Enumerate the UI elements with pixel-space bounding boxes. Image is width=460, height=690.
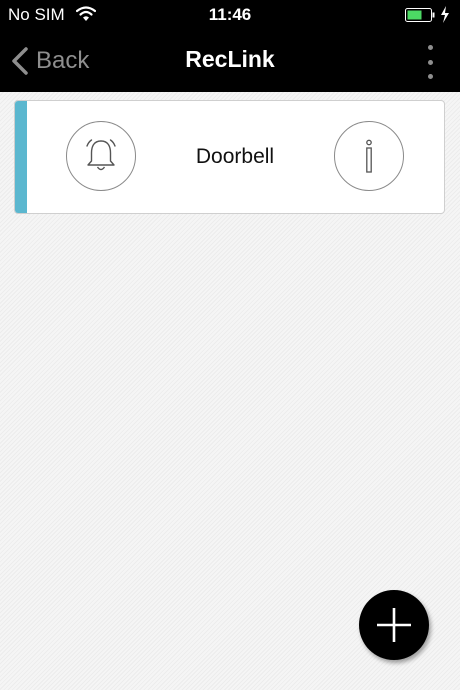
more-menu-button[interactable] <box>418 42 442 82</box>
info-icon <box>366 139 372 173</box>
page-title: RecLink <box>185 46 275 72</box>
navigation-bar: Back RecLink <box>0 30 460 92</box>
clock-time: 11:46 <box>208 5 252 24</box>
device-card[interactable]: Doorbell <box>14 100 445 214</box>
plus-icon <box>377 608 411 642</box>
device-name: Doorbell <box>195 145 275 168</box>
charging-bolt-icon <box>441 6 449 23</box>
card-accent-bar <box>15 101 27 213</box>
add-device-button[interactable] <box>359 590 429 660</box>
battery-charging-icon <box>405 8 435 22</box>
info-button[interactable] <box>334 121 404 191</box>
status-bar: No SIM 11:46 <box>0 0 460 30</box>
more-vertical-icon <box>427 45 433 50</box>
